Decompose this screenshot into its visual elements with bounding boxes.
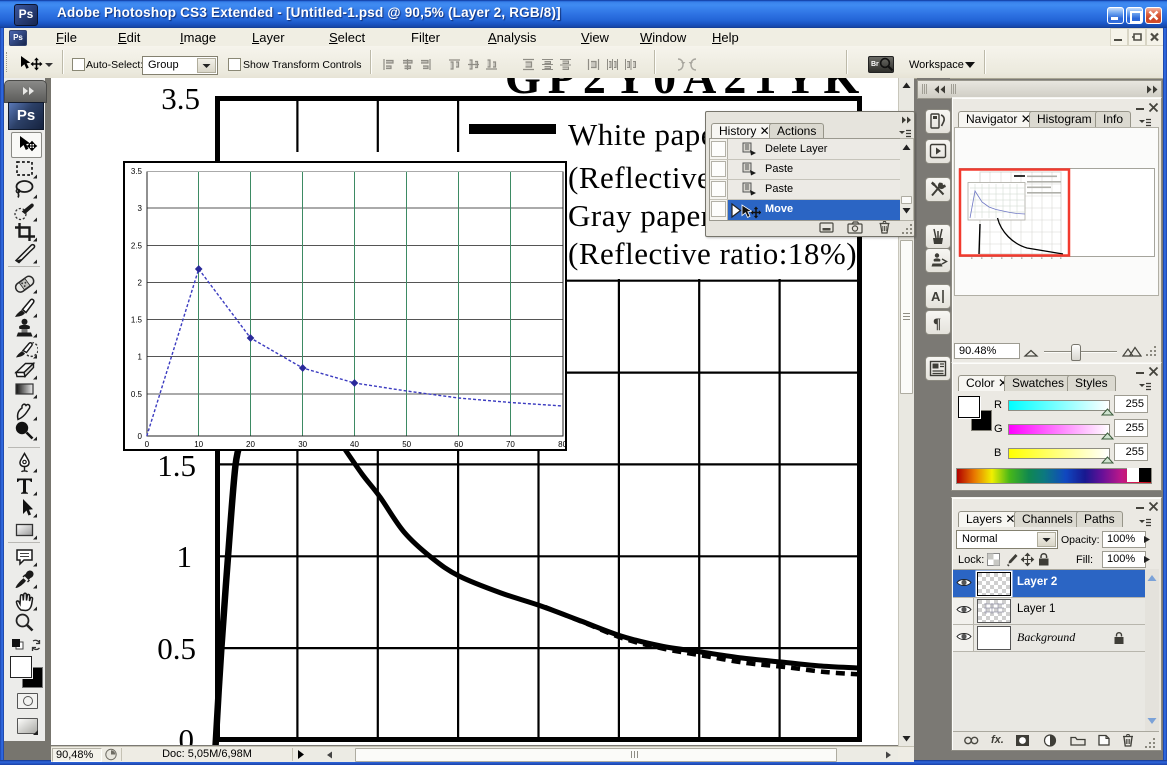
svg-text:20: 20 xyxy=(246,440,255,449)
svg-text:3.5: 3.5 xyxy=(131,167,143,176)
svg-text:1: 1 xyxy=(138,352,143,361)
svg-text:60: 60 xyxy=(454,440,463,449)
svg-text:GP2Y0A21YK: GP2Y0A21YK xyxy=(505,78,866,103)
svg-text:1: 1 xyxy=(177,539,193,574)
svg-text:70: 70 xyxy=(506,440,515,449)
svg-text:0: 0 xyxy=(179,722,195,745)
svg-text:2: 2 xyxy=(138,279,143,288)
svg-text:80: 80 xyxy=(558,440,565,449)
svg-text:0: 0 xyxy=(145,440,150,449)
svg-text:A: A xyxy=(931,289,941,304)
svg-text:3.5: 3.5 xyxy=(161,81,200,116)
svg-text:40: 40 xyxy=(350,440,359,449)
svg-text:0.5: 0.5 xyxy=(131,390,143,399)
svg-text:50: 50 xyxy=(402,440,411,449)
svg-text:10: 10 xyxy=(194,440,203,449)
svg-text:0.5: 0.5 xyxy=(157,631,196,666)
svg-text:3: 3 xyxy=(138,204,143,213)
svg-text:1.5: 1.5 xyxy=(131,316,143,325)
svg-text:0: 0 xyxy=(138,432,143,441)
svg-text:1.5: 1.5 xyxy=(157,448,196,483)
svg-text:¶: ¶ xyxy=(933,316,941,332)
svg-text:2.5: 2.5 xyxy=(131,242,143,251)
svg-text:30: 30 xyxy=(298,440,307,449)
